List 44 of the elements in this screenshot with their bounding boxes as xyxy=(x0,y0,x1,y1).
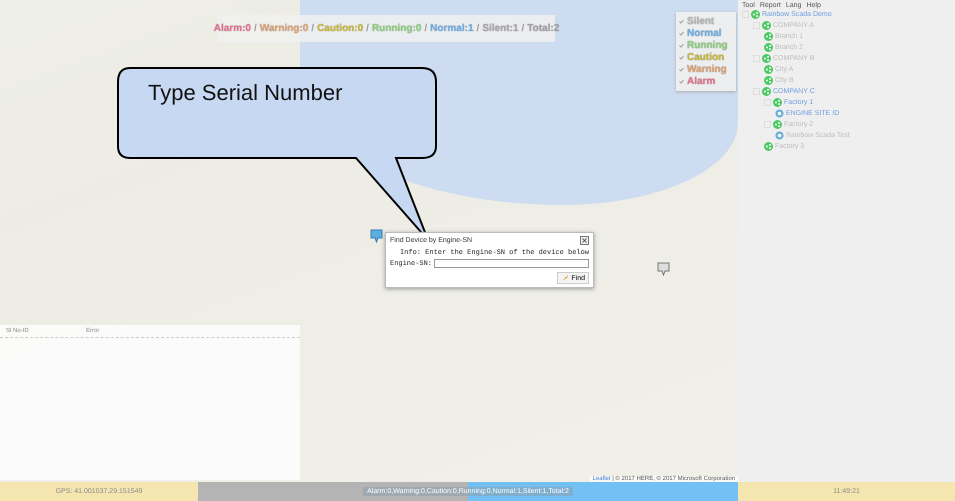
checkbox[interactable] xyxy=(679,31,684,36)
legend-label[interactable]: Alarm xyxy=(687,76,716,87)
share-icon xyxy=(764,65,773,74)
separator: / xyxy=(521,23,524,34)
status-count: Warning:0 xyxy=(260,23,308,34)
target-icon xyxy=(775,131,784,140)
separator: / xyxy=(366,23,369,34)
share-icon xyxy=(773,98,782,107)
close-button[interactable] xyxy=(580,236,589,245)
checkbox[interactable] xyxy=(679,55,684,60)
status-count: Total:2 xyxy=(527,23,560,34)
marker-icon[interactable] xyxy=(657,262,670,276)
engine-sn-input[interactable] xyxy=(434,259,589,268)
share-icon xyxy=(762,21,771,30)
separator: / xyxy=(254,23,257,34)
share-icon xyxy=(762,87,771,96)
target-icon xyxy=(775,109,784,118)
status-count: Alarm:0 xyxy=(214,23,251,34)
pencil-icon xyxy=(561,274,570,282)
share-icon xyxy=(762,54,771,63)
share-icon xyxy=(764,43,773,52)
checkbox[interactable] xyxy=(679,19,684,24)
legend-label[interactable]: Caution xyxy=(687,52,724,63)
share-icon xyxy=(764,76,773,85)
legend-label[interactable]: Normal xyxy=(687,28,722,39)
share-icon xyxy=(764,32,773,41)
status-count: Silent:1 xyxy=(482,23,518,34)
status-count: Caution:0 xyxy=(317,23,364,34)
checkbox[interactable] xyxy=(679,79,684,84)
share-icon xyxy=(773,120,782,129)
legend-label[interactable]: Silent xyxy=(687,16,714,27)
share-icon xyxy=(751,10,760,19)
legend-label[interactable]: Running xyxy=(687,40,728,51)
separator: / xyxy=(424,23,428,34)
checkbox[interactable] xyxy=(679,67,684,72)
separator: / xyxy=(476,23,480,34)
checkbox[interactable] xyxy=(679,43,684,48)
share-icon xyxy=(764,142,773,151)
marker-icon[interactable] xyxy=(370,229,383,243)
separator: / xyxy=(311,23,314,34)
status-count: Normal:1 xyxy=(430,23,474,34)
callout-text: Type Serial Number xyxy=(148,80,342,106)
legend-label[interactable]: Warning xyxy=(687,64,727,75)
status-count: Running:0 xyxy=(372,23,422,34)
